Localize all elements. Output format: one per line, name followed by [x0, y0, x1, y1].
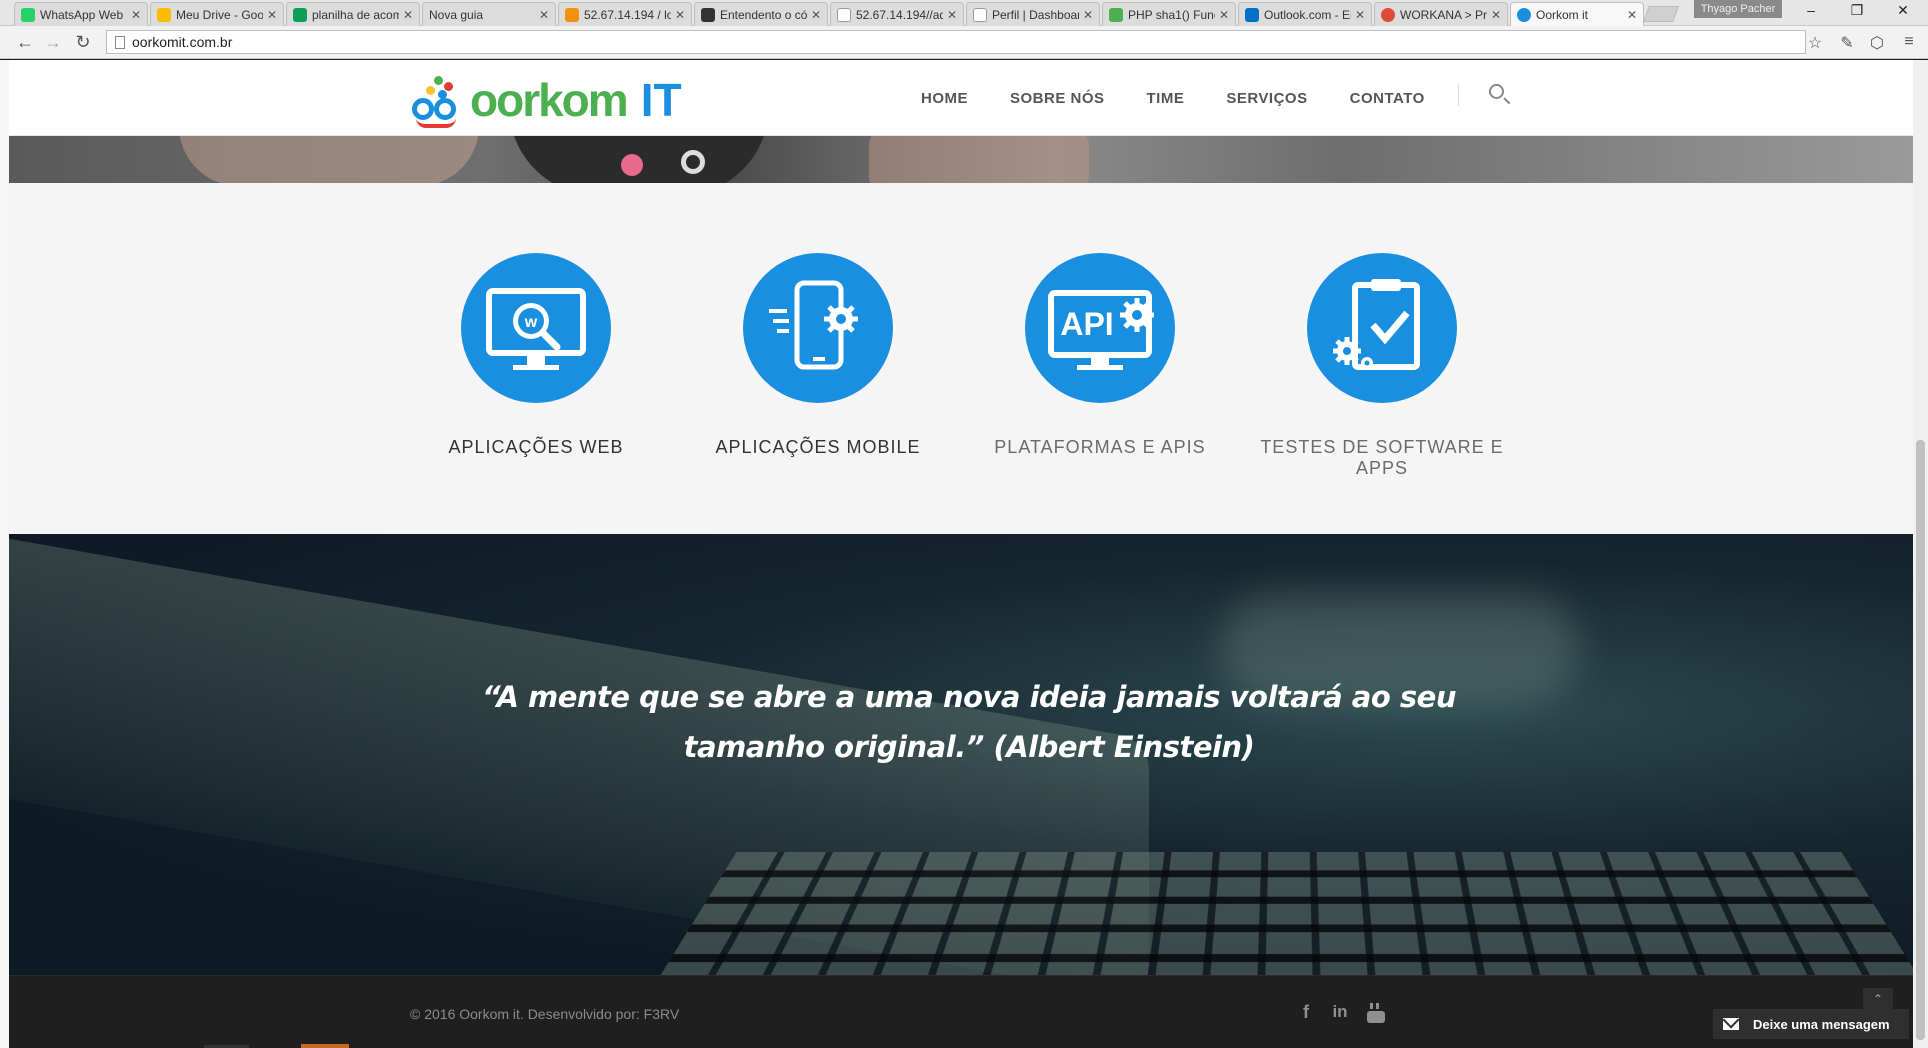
close-icon[interactable]: ✕ — [131, 8, 141, 22]
close-icon[interactable]: ✕ — [1627, 8, 1637, 22]
footer-copyright: © 2016 Oorkom it. Desenvolvido por: F3RV — [410, 1006, 680, 1022]
clipboard-check-icon — [1307, 253, 1457, 403]
profile-button[interactable]: Thyago Pacher — [1694, 0, 1782, 18]
back-to-top-button[interactable]: ⌃ — [1863, 988, 1893, 1010]
services-section: w APLICAÇÕES WEB APLICAÇÕES MOBILE API P… — [9, 183, 1913, 534]
menu-icon[interactable]: ≡ — [1898, 33, 1920, 51]
close-icon[interactable]: ✕ — [947, 8, 957, 22]
chat-message-button[interactable]: Deixe uma mensagem — [1713, 1009, 1909, 1039]
scrollbar-thumb[interactable] — [1916, 440, 1925, 1040]
tab-github[interactable]: Entendento o código✕ — [694, 2, 828, 26]
new-tab-button[interactable] — [1643, 6, 1679, 22]
taskbar-fragment — [301, 1044, 349, 1048]
sheets-icon — [293, 7, 307, 22]
nav-home[interactable]: HOME — [921, 90, 968, 107]
minimize-icon[interactable]: – — [1796, 2, 1826, 18]
logo-mark — [412, 72, 472, 128]
tab-nova-guia[interactable]: Nova guia ✕ — [422, 2, 556, 26]
tab-oorkom[interactable]: Oorkom it ✕ — [1510, 2, 1644, 27]
extension-icon[interactable]: ⬡ — [1866, 33, 1888, 53]
star-icon[interactable]: ☆ — [1804, 33, 1826, 53]
tab-workana[interactable]: WORKANA > Projetos✕ — [1374, 2, 1508, 26]
nav-contato[interactable]: CONTATO — [1350, 90, 1425, 107]
service-card-web[interactable]: w APLICAÇÕES WEB — [406, 253, 666, 458]
web-monitor-icon: w — [461, 253, 611, 403]
forward-icon[interactable]: → — [42, 32, 64, 53]
service-title: APLICAÇÕES MOBILE — [715, 437, 921, 457]
restore-icon[interactable]: ❐ — [1842, 2, 1872, 19]
page-icon — [837, 7, 851, 22]
chrome-icon — [1381, 7, 1395, 22]
service-card-testes[interactable]: TESTES DE SOFTWARE E APPS — [1252, 253, 1512, 479]
site-header: oorkom IT HOME SOBRE NÓS TIME SERVIÇOS C… — [9, 60, 1913, 136]
back-icon[interactable]: ← — [14, 32, 36, 53]
site-logo[interactable]: oorkom IT — [412, 70, 682, 130]
service-card-mobile[interactable]: APLICAÇÕES MOBILE — [688, 253, 948, 458]
tab-outlook[interactable]: Outlook.com - Email✕ — [1238, 2, 1372, 26]
page-viewport: oorkom IT HOME SOBRE NÓS TIME SERVIÇOS C… — [9, 60, 1913, 1048]
close-window-icon[interactable]: ✕ — [1888, 2, 1918, 19]
browser-tab-bar: WhatsApp Web✕ Meu Drive - Google Drive✕ … — [0, 0, 1928, 27]
oorkom-icon — [1517, 8, 1531, 22]
phpmyadmin-icon — [565, 7, 579, 22]
site-footer: © 2016 Oorkom it. Desenvolvido por: F3RV… — [9, 975, 1913, 1048]
tab-admin[interactable]: 52.67.14.194//admin✕ — [830, 2, 964, 26]
close-icon[interactable]: ✕ — [675, 8, 685, 22]
close-icon[interactable]: ✕ — [267, 8, 277, 22]
whatsapp-icon — [21, 7, 35, 22]
url-text: oorkomit.com.br — [132, 34, 233, 50]
quote-text: “A mente que se abre a uma nova ideia ja… — [482, 680, 1456, 764]
outlook-icon — [1245, 7, 1259, 22]
logo-it-text: IT — [640, 74, 682, 126]
mobile-settings-icon — [743, 253, 893, 403]
page-icon — [115, 35, 125, 49]
page-icon — [973, 7, 987, 22]
github-icon — [701, 7, 715, 22]
svg-text:w: w — [524, 314, 538, 331]
close-icon[interactable]: ✕ — [1083, 8, 1093, 22]
tab-planilha[interactable]: planilha de acompanhamento✕ — [286, 2, 420, 26]
service-title: TESTES DE SOFTWARE E APPS — [1260, 437, 1504, 478]
facebook-icon[interactable]: f — [1293, 1002, 1319, 1023]
close-icon[interactable]: ✕ — [811, 8, 821, 22]
api-monitor-icon: API — [1025, 253, 1175, 403]
w3schools-icon — [1109, 7, 1123, 22]
nav-divider — [1458, 84, 1459, 106]
hero-image — [9, 136, 1913, 183]
drive-icon — [157, 7, 171, 22]
tab-dashboard[interactable]: Perfil | Dashboard ✕ — [966, 2, 1100, 26]
nav-sobre-nos[interactable]: SOBRE NÓS — [1010, 90, 1105, 107]
close-icon[interactable]: ✕ — [539, 8, 549, 22]
close-icon[interactable]: ✕ — [1491, 8, 1501, 22]
main-nav: HOME SOBRE NÓS TIME SERVIÇOS CONTATO — [921, 90, 1467, 107]
service-title: APLICAÇÕES WEB — [448, 437, 624, 457]
linkedin-icon[interactable]: in — [1327, 1002, 1353, 1022]
address-bar[interactable]: oorkomit.com.br — [106, 30, 1806, 54]
reload-icon[interactable]: ↻ — [72, 32, 94, 53]
page-scrollbar[interactable] — [1913, 60, 1928, 1048]
close-icon[interactable]: ✕ — [403, 8, 413, 22]
left-gutter — [0, 60, 9, 1048]
service-title: PLATAFORMAS E APIS — [994, 437, 1206, 457]
search-icon[interactable] — [1485, 80, 1515, 110]
eyedropper-icon[interactable]: ✎ — [1836, 33, 1858, 53]
nav-time[interactable]: TIME — [1147, 90, 1185, 107]
tab-phpmyadmin[interactable]: 52.67.14.194 / localhost✕ — [558, 2, 692, 26]
close-icon[interactable]: ✕ — [1355, 8, 1365, 22]
quote-section: “A mente que se abre a uma nova ideia ja… — [9, 534, 1913, 975]
nav-servicos[interactable]: SERVIÇOS — [1226, 90, 1307, 107]
tab-whatsapp[interactable]: WhatsApp Web ✕ — [14, 2, 148, 26]
browser-toolbar: ← → ↻ oorkomit.com.br ☆ ✎ ⬡ ≡ — [0, 26, 1928, 59]
chat-label: Deixe uma mensagem — [1753, 1016, 1890, 1032]
logo-text: oorkom — [470, 74, 629, 126]
youtube-icon[interactable] — [1363, 1002, 1389, 1029]
svg-text:API: API — [1060, 306, 1113, 342]
tab-drive[interactable]: Meu Drive - Google Drive✕ — [150, 2, 284, 26]
envelope-icon — [1723, 1018, 1739, 1030]
service-card-api[interactable]: API PLATAFORMAS E APIS — [970, 253, 1230, 458]
close-icon[interactable]: ✕ — [1219, 8, 1229, 22]
tab-php-sha1[interactable]: PHP sha1() Function✕ — [1102, 2, 1236, 26]
